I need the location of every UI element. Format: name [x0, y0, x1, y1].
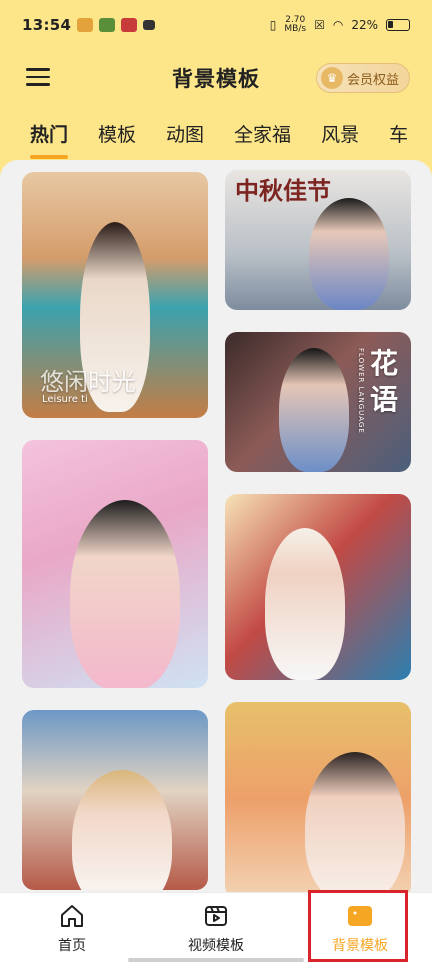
- battery-percent: 22%: [351, 18, 378, 32]
- template-card[interactable]: [225, 702, 411, 892]
- status-left: 13:54: [22, 16, 156, 34]
- crown-notification-icon: [143, 20, 156, 30]
- template-card[interactable]: [22, 440, 208, 688]
- card-caption: 悠闲时光: [40, 368, 136, 396]
- category-tabs: 热门 模板 动图 全家福 风景 车: [0, 120, 432, 160]
- tab-template[interactable]: 模板: [98, 120, 136, 147]
- crown-icon: ♛: [320, 67, 343, 89]
- status-bar: 13:54 ▯ 2.70 MB/s ☒ ◠ 22%: [0, 0, 432, 50]
- image-icon: [347, 903, 373, 929]
- portrait-image: [279, 348, 349, 472]
- wifi-icon: ◠: [332, 18, 344, 32]
- nav-home[interactable]: 首页: [0, 893, 144, 964]
- nav-home-label: 首页: [58, 937, 86, 954]
- card-caption: 花语: [369, 347, 398, 416]
- app-notification-icon: [77, 18, 94, 32]
- nav-video-template-label: 视频模板: [188, 937, 244, 954]
- template-card[interactable]: 中秋佳节: [225, 170, 411, 310]
- portrait-image: [265, 528, 345, 680]
- app-notification-icon: [99, 18, 116, 32]
- battery-icon: [386, 19, 410, 31]
- card-caption: 中秋佳节: [235, 177, 331, 205]
- tab-scenery[interactable]: 风景: [321, 120, 359, 147]
- status-time: 13:54: [22, 16, 72, 34]
- tab-hot[interactable]: 热门: [30, 120, 69, 159]
- menu-button[interactable]: [26, 68, 50, 88]
- vip-benefits-label: 会员权益: [346, 72, 399, 88]
- home-indicator[interactable]: [128, 958, 304, 962]
- bottom-navigation: 首页 视频模板 背景模板: [0, 892, 432, 964]
- home-icon: [59, 903, 85, 929]
- card-subcaption: Leisure ti: [42, 394, 88, 405]
- portrait-image: [72, 770, 172, 890]
- portrait-image: [309, 198, 389, 310]
- status-right: ▯ 2.70 MB/s ☒ ◠ 22%: [270, 16, 410, 34]
- card-subcaption: FLOWER LANGUAGE: [357, 348, 365, 434]
- template-grid: 悠闲时光 Leisure ti 中秋佳节 花语 FLOWER LANGUAGE: [0, 160, 432, 892]
- video-template-icon: [203, 903, 229, 929]
- portrait-image: [305, 752, 405, 892]
- app-bar: 背景模板 ♛ 会员权益: [0, 55, 432, 101]
- vibrate-icon: ▯: [269, 18, 277, 32]
- tab-family-photo[interactable]: 全家福: [234, 120, 291, 147]
- template-card[interactable]: [225, 494, 411, 680]
- left-column: 悠闲时光 Leisure ti: [22, 172, 208, 892]
- tab-animated[interactable]: 动图: [166, 120, 204, 147]
- app-notification-icon: [121, 18, 138, 32]
- nav-background-template-label: 背景模板: [332, 937, 388, 954]
- template-card[interactable]: [22, 710, 208, 890]
- right-column: 中秋佳节 花语 FLOWER LANGUAGE: [225, 170, 411, 892]
- no-sim-icon: ☒: [314, 18, 325, 32]
- nav-video-template[interactable]: 视频模板: [144, 893, 288, 964]
- menu-icon: [26, 68, 50, 71]
- tab-car[interactable]: 车: [389, 120, 408, 147]
- template-card[interactable]: 悠闲时光 Leisure ti: [22, 172, 208, 418]
- vip-benefits-button[interactable]: ♛ 会员权益: [315, 63, 410, 93]
- network-speed: 2.70 MB/s: [284, 15, 307, 34]
- nav-background-template[interactable]: 背景模板: [288, 893, 432, 964]
- template-card[interactable]: 花语 FLOWER LANGUAGE: [225, 332, 411, 472]
- portrait-image: [70, 500, 180, 688]
